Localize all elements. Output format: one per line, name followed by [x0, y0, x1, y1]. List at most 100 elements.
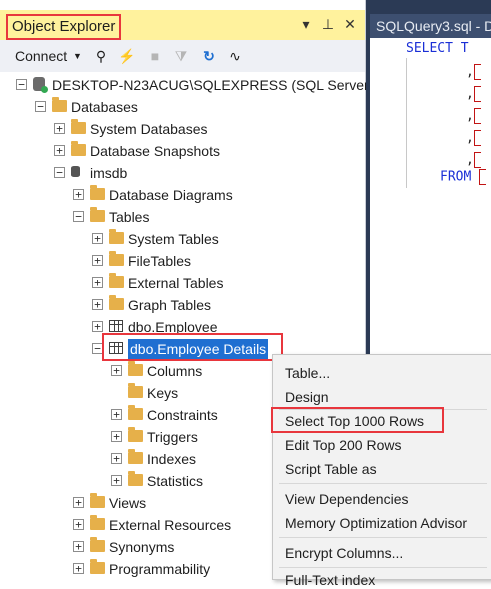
tree-node[interactable]: + System Databases [0, 118, 362, 140]
tree-node-label[interactable]: Statistics [147, 472, 203, 490]
comma: , [466, 130, 474, 146]
tree-node-label[interactable]: imsdb [90, 164, 127, 182]
tree-node[interactable]: − Tables [0, 206, 362, 228]
tree-node[interactable]: − imsdb [0, 162, 362, 184]
bracket-mark [473, 86, 481, 102]
menu-separator [279, 483, 487, 484]
expand-icon[interactable]: + [92, 277, 103, 288]
tree-node-label[interactable]: Database Snapshots [90, 142, 220, 160]
code-line-column: , [466, 152, 481, 168]
expand-icon[interactable]: + [111, 453, 122, 464]
expand-icon[interactable]: + [111, 431, 122, 442]
menu-item-memory-optimization-advisor[interactable]: Memory Optimization Advisor [285, 514, 467, 532]
expand-icon[interactable]: + [73, 519, 84, 530]
tree-node-label[interactable]: Columns [147, 362, 202, 380]
folder-icon [90, 515, 105, 530]
expand-icon[interactable]: + [111, 409, 122, 420]
tree-node[interactable]: + Database Diagrams [0, 184, 362, 206]
expand-icon[interactable]: + [73, 497, 84, 508]
tree-node-label[interactable]: External Tables [128, 274, 223, 292]
connect-button[interactable]: Connect [15, 47, 67, 65]
connect-dropdown-icon[interactable]: ▼ [73, 47, 82, 65]
folder-icon [128, 427, 143, 442]
tree-node-label[interactable]: Views [109, 494, 146, 512]
pin-icon[interactable]: ⊥ [318, 14, 338, 34]
stop-icon[interactable]: ■ [146, 46, 164, 66]
comma: , [466, 108, 474, 124]
expand-icon[interactable]: + [73, 563, 84, 574]
tree-node[interactable]: + FileTables [0, 250, 362, 272]
from-keyword: FROM [440, 169, 472, 185]
menu-item-full-text-index[interactable]: Full-Text index [285, 571, 375, 589]
code-line-column: , [466, 86, 481, 102]
code-line-column: , [466, 64, 481, 80]
tree-node[interactable]: + Database Snapshots [0, 140, 362, 162]
tree-node[interactable]: − DESKTOP-N23ACUG\SQLEXPRESS (SQL Server [0, 74, 369, 96]
tree-node-label[interactable]: FileTables [128, 252, 191, 270]
tree-node-label[interactable]: Graph Tables [128, 296, 211, 314]
menu-separator [279, 537, 487, 538]
tree-node[interactable]: − Databases [0, 96, 362, 118]
tree-node-label[interactable]: Keys [147, 384, 178, 402]
tree-node-label[interactable]: Programmability [109, 560, 210, 578]
menu-item-script-table-as[interactable]: Script Table as [285, 460, 377, 478]
tree-node-label[interactable]: System Tables [128, 230, 219, 248]
expand-icon[interactable]: + [73, 541, 84, 552]
server-icon [33, 77, 48, 93]
tree-node-label[interactable]: System Databases [90, 120, 208, 138]
menu-item-encrypt-columns[interactable]: Encrypt Columns... [285, 544, 403, 562]
menu-item-edit-top-200-rows[interactable]: Edit Top 200 Rows [285, 436, 401, 454]
tree-node[interactable]: + External Tables [0, 272, 362, 294]
expand-icon[interactable]: + [92, 321, 103, 332]
object-explorer-toolbar: Connect ▼ ⚲ ⚡ ■ ⧩ ↻ ∿ [0, 40, 365, 72]
expand-icon[interactable]: + [92, 255, 103, 266]
tree-node-label[interactable]: Indexes [147, 450, 196, 468]
select-keyword: SELECT [406, 41, 453, 56]
expand-icon[interactable]: + [54, 123, 65, 134]
dropdown-arrow-icon[interactable]: ▾ [296, 14, 316, 34]
folder-icon [109, 295, 124, 310]
refresh-icon[interactable]: ↻ [200, 46, 218, 66]
tree-node-label[interactable]: Synonyms [109, 538, 174, 556]
editor-tab[interactable]: SQLQuery3.sql - D [370, 14, 491, 38]
menu-separator [279, 567, 487, 568]
disconnect-icon[interactable]: ⚡ [118, 46, 136, 66]
expand-icon[interactable]: + [73, 189, 84, 200]
highlighted-menu-item-box [271, 407, 444, 433]
plug-icon[interactable]: ⚲ [92, 46, 110, 66]
table-icon [109, 320, 123, 332]
object-explorer-title-bar: Object Explorer ▾ ⊥ ✕ [0, 10, 365, 40]
menu-item-table[interactable]: Table... [285, 364, 330, 382]
folder-icon [71, 141, 86, 156]
collapse-icon[interactable]: − [35, 101, 46, 112]
menu-item-design[interactable]: Design [285, 388, 329, 406]
tree-node[interactable]: + Graph Tables [0, 294, 362, 316]
tree-node-label[interactable]: Triggers [147, 428, 198, 446]
code-fold-guide [406, 58, 407, 188]
database-icon [71, 166, 80, 177]
expand-icon[interactable]: + [92, 233, 103, 244]
collapse-icon[interactable]: − [73, 211, 84, 222]
filter-icon[interactable]: ⧩ [172, 46, 190, 66]
folder-icon [52, 97, 67, 112]
bracket-mark [473, 108, 481, 124]
close-icon[interactable]: ✕ [340, 14, 360, 34]
tree-node[interactable]: + System Tables [0, 228, 362, 250]
folder-icon [109, 273, 124, 288]
expand-icon[interactable]: + [111, 475, 122, 486]
tree-node-label[interactable]: DESKTOP-N23ACUG\SQLEXPRESS (SQL Server [52, 76, 369, 94]
tree-node-label[interactable]: Tables [109, 208, 149, 226]
folder-icon [90, 537, 105, 552]
folder-icon [109, 251, 124, 266]
collapse-icon[interactable]: − [54, 167, 65, 178]
tree-node-label[interactable]: Constraints [147, 406, 218, 424]
menu-item-view-dependencies[interactable]: View Dependencies [285, 490, 409, 508]
tree-node-label[interactable]: External Resources [109, 516, 231, 534]
expand-icon[interactable]: + [54, 145, 65, 156]
expand-icon[interactable]: + [92, 299, 103, 310]
expand-icon[interactable]: + [111, 365, 122, 376]
collapse-icon[interactable]: − [16, 79, 27, 90]
tree-node-label[interactable]: Database Diagrams [109, 186, 233, 204]
tree-node-label[interactable]: Databases [71, 98, 138, 116]
activity-monitor-icon[interactable]: ∿ [226, 46, 244, 66]
